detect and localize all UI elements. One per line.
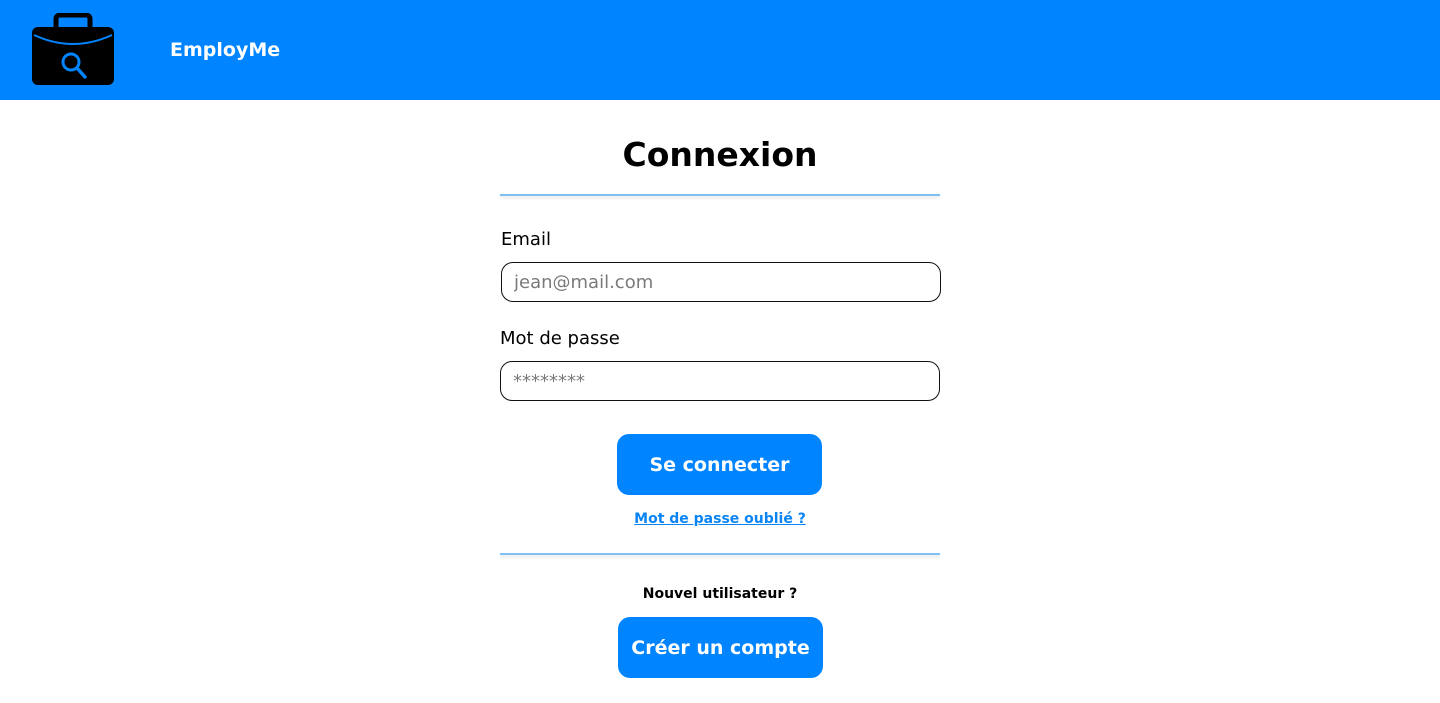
forgot-password-link[interactable]: Mot de passe oublié ?: [500, 510, 940, 528]
email-label: Email: [501, 229, 551, 250]
email-input[interactable]: [501, 262, 941, 302]
create-account-button[interactable]: Créer un compte: [618, 617, 823, 678]
new-user-prompt: Nouvel utilisateur ?: [642, 586, 798, 602]
top-divider: [500, 194, 940, 196]
page-title: Connexion: [622, 135, 818, 174]
brand-name[interactable]: EmployMe: [170, 38, 280, 62]
briefcase-search-icon[interactable]: [30, 13, 116, 87]
app-header: EmployMe: [0, 0, 1440, 100]
password-label: Mot de passe: [500, 328, 620, 349]
login-button[interactable]: Se connecter: [617, 434, 822, 495]
password-input[interactable]: [500, 361, 940, 401]
bottom-divider: [500, 553, 940, 555]
